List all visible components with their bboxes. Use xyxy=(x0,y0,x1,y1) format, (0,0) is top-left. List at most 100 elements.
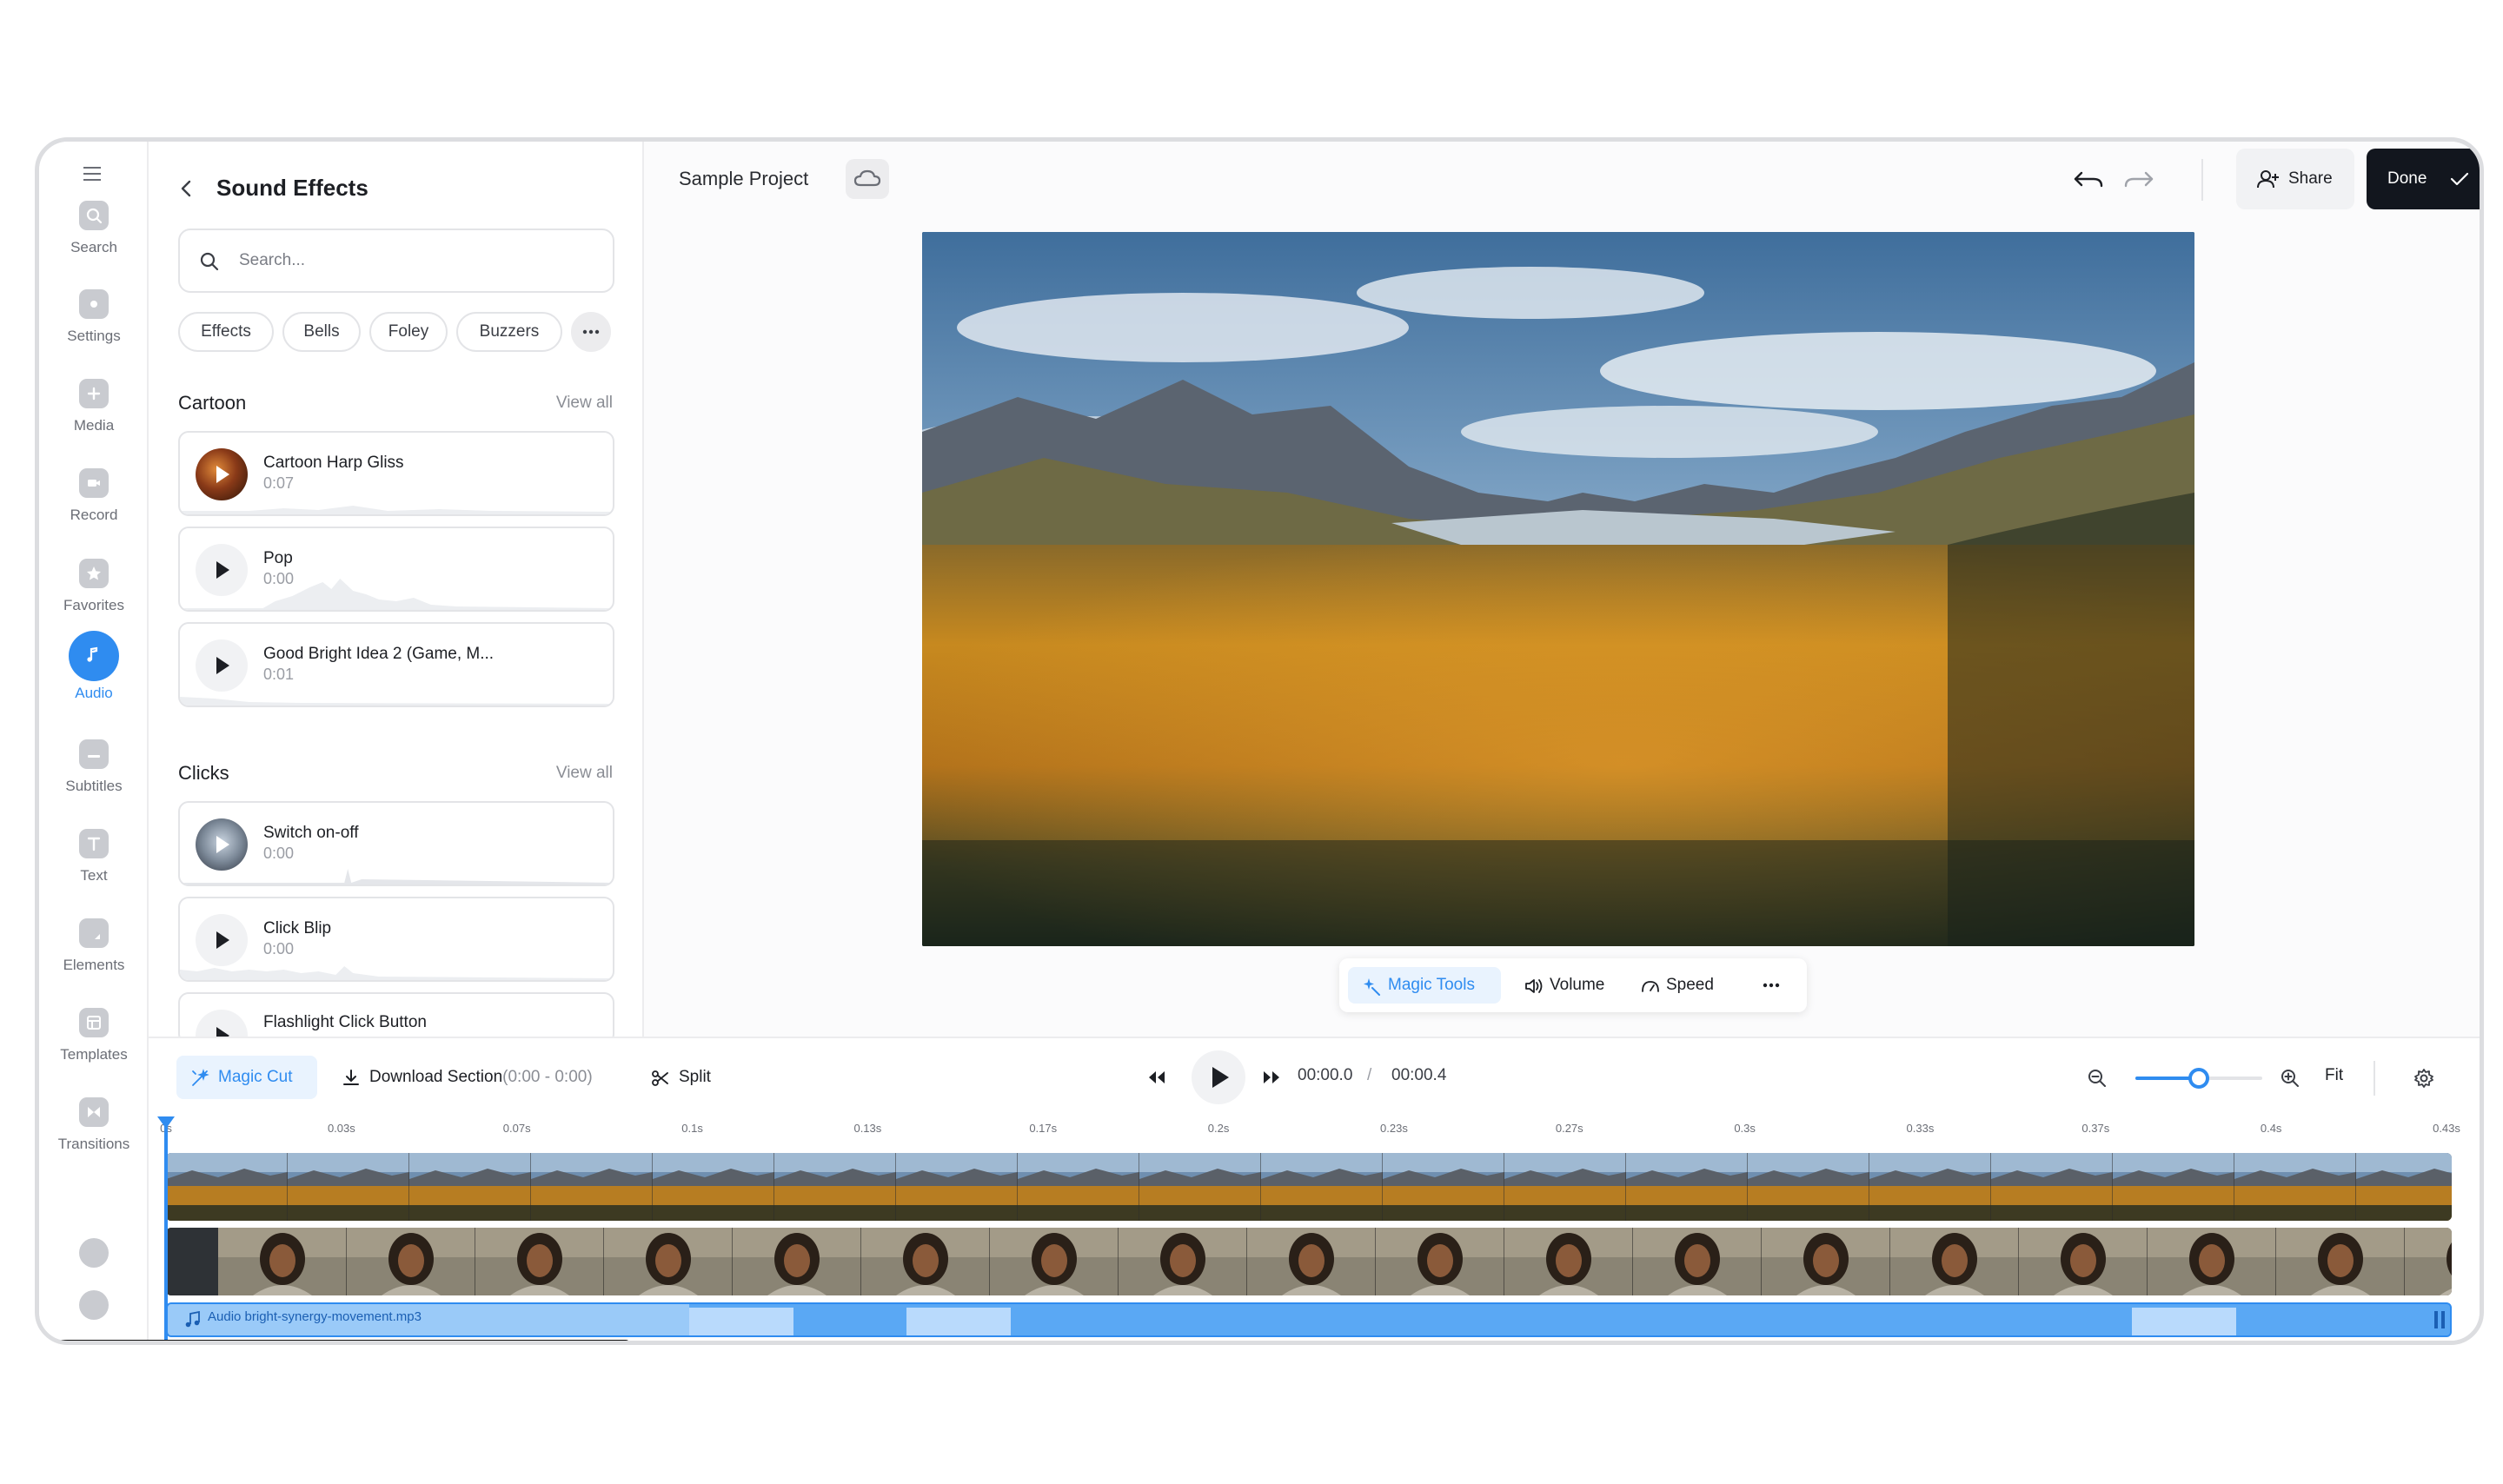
audio-waveform xyxy=(168,1304,2450,1335)
video-frame xyxy=(2113,1153,2234,1221)
timeline: Magic Cut Download Section(0:00 - 0:00) … xyxy=(149,1037,2480,1341)
zoom-slider-knob[interactable] xyxy=(2188,1068,2209,1089)
speed-label: Speed xyxy=(1666,976,1714,994)
waveform xyxy=(180,697,613,706)
sound-card[interactable]: Good Bright Idea 2 (Game, M... 0:01 xyxy=(178,622,614,707)
video-frame xyxy=(1869,1153,1991,1221)
video-preview[interactable] xyxy=(922,232,2194,946)
rail-item-elements[interactable]: Elements xyxy=(39,918,149,974)
share-button[interactable]: Share xyxy=(2236,149,2354,209)
audio-track[interactable]: Audio bright-synergy-movement.mp3 xyxy=(166,1302,2452,1337)
rail-item-transitions[interactable]: Transitions xyxy=(39,1097,149,1153)
video-frame xyxy=(1018,1153,1139,1221)
chip-effects[interactable]: Effects xyxy=(178,312,274,352)
play-button[interactable] xyxy=(1192,1050,1245,1104)
waveform xyxy=(180,869,613,884)
hamburger-menu-icon[interactable] xyxy=(82,166,103,182)
rail-item-media[interactable]: Media xyxy=(39,379,149,434)
speed-button[interactable]: Speed xyxy=(1635,967,1729,1004)
rail-item-text[interactable]: Text xyxy=(39,829,149,884)
music-note-icon xyxy=(69,631,119,681)
video-track-person[interactable] xyxy=(166,1228,2452,1295)
video-track-landscape[interactable] xyxy=(166,1153,2452,1221)
sound-card[interactable]: Cartoon Harp Gliss 0:07 xyxy=(178,431,614,516)
more-chips-button[interactable] xyxy=(571,312,611,352)
video-frame xyxy=(166,1153,288,1221)
redo-icon[interactable] xyxy=(2120,162,2158,197)
video-frame xyxy=(774,1153,896,1221)
video-frame xyxy=(733,1228,861,1295)
rail-item-templates[interactable]: Templates xyxy=(39,1008,149,1063)
tooltip-bar xyxy=(50,1340,630,1341)
video-frame xyxy=(218,1228,347,1295)
time-ruler[interactable]: 0s0.03s0.07s0.1s0.13s0.17s0.2s0.23s0.27s… xyxy=(160,1122,2474,1143)
scissors-icon xyxy=(652,1070,668,1086)
help-icon xyxy=(79,1290,109,1320)
rail-item-record[interactable]: Record xyxy=(39,468,149,524)
more-dots-icon xyxy=(1763,983,1780,988)
star-icon xyxy=(79,559,109,588)
sound-name: Good Bright Idea 2 (Game, M... xyxy=(263,645,495,663)
ruler-tick-label: 0.17s xyxy=(1029,1122,1058,1135)
rail-item-settings[interactable]: Settings xyxy=(39,289,149,345)
done-button[interactable]: Done xyxy=(2367,149,2480,209)
volume-button[interactable]: Volume xyxy=(1518,967,1619,1004)
view-all-clicks[interactable]: View all xyxy=(556,764,613,783)
rewind-icon[interactable] xyxy=(1146,1068,1167,1087)
fit-button[interactable]: Fit xyxy=(2325,1066,2343,1085)
clip-toolbar: Magic Tools Volume Speed xyxy=(1339,958,1807,1012)
rail-item-help[interactable] xyxy=(39,1290,149,1328)
chip-buzzers[interactable]: Buzzers xyxy=(456,312,562,352)
video-frame xyxy=(2234,1153,2356,1221)
playhead-handle[interactable] xyxy=(157,1116,175,1129)
search-input[interactable] xyxy=(239,248,587,274)
zoom-out-icon[interactable] xyxy=(2087,1068,2108,1089)
speedometer-icon xyxy=(1642,981,1659,992)
rail-item-contrast[interactable] xyxy=(39,1238,149,1276)
subtitles-icon xyxy=(79,739,109,769)
templates-icon xyxy=(79,1008,109,1037)
more-dots-icon xyxy=(582,329,600,335)
project-name[interactable]: Sample Project xyxy=(679,168,808,190)
magic-cut-button[interactable]: Magic Cut xyxy=(176,1056,317,1099)
zoom-in-icon[interactable] xyxy=(2280,1068,2301,1089)
sound-card[interactable]: Click Blip 0:00 xyxy=(178,897,614,982)
rail-item-search[interactable]: Search xyxy=(39,201,149,256)
magic-tools-button[interactable]: Magic Tools xyxy=(1348,967,1501,1004)
rail-item-label: Subtitles xyxy=(65,778,123,794)
rail-item-label: Templates xyxy=(60,1046,128,1063)
video-frame xyxy=(531,1153,653,1221)
zoom-slider[interactable] xyxy=(2135,1068,2262,1089)
back-chevron-icon[interactable] xyxy=(176,178,197,199)
cloud-sync-button[interactable] xyxy=(846,159,889,199)
gear-icon[interactable] xyxy=(2413,1068,2434,1089)
rail-item-label: Media xyxy=(73,417,115,434)
cloud-icon xyxy=(853,169,881,187)
ruler-tick-label: 0.43s xyxy=(2433,1122,2460,1135)
rail-item-subtitles[interactable]: Subtitles xyxy=(39,739,149,795)
sound-card[interactable]: Switch on-off 0:00 xyxy=(178,801,614,886)
fast-forward-icon[interactable] xyxy=(1261,1068,1282,1087)
view-all-cartoon[interactable]: View all xyxy=(556,394,613,413)
sound-card[interactable]: Pop 0:00 xyxy=(178,527,614,612)
rail-item-favorites[interactable]: Favorites xyxy=(39,559,149,614)
undo-icon[interactable] xyxy=(2069,162,2108,197)
audio-clip-name: Audio bright-synergy-movement.mp3 xyxy=(208,1309,422,1324)
video-frame xyxy=(1261,1153,1383,1221)
rail-item-audio[interactable]: Audio xyxy=(39,631,149,702)
download-range: (0:00 - 0:00) xyxy=(502,1068,593,1086)
chip-foley[interactable]: Foley xyxy=(369,312,448,352)
playhead[interactable] xyxy=(164,1122,168,1341)
chip-bells[interactable]: Bells xyxy=(282,312,361,352)
video-frame xyxy=(1762,1228,1890,1295)
video-frame xyxy=(1626,1153,1748,1221)
video-frame xyxy=(990,1228,1119,1295)
speaker-icon xyxy=(1525,979,1543,993)
sound-name: Cartoon Harp Gliss xyxy=(263,454,404,472)
video-frame xyxy=(653,1153,774,1221)
more-options-button[interactable] xyxy=(1753,967,1791,1004)
add-user-icon xyxy=(2257,170,2279,189)
header-divider xyxy=(2201,159,2203,201)
search-box[interactable] xyxy=(178,229,614,293)
panel-title: Sound Effects xyxy=(216,175,368,201)
